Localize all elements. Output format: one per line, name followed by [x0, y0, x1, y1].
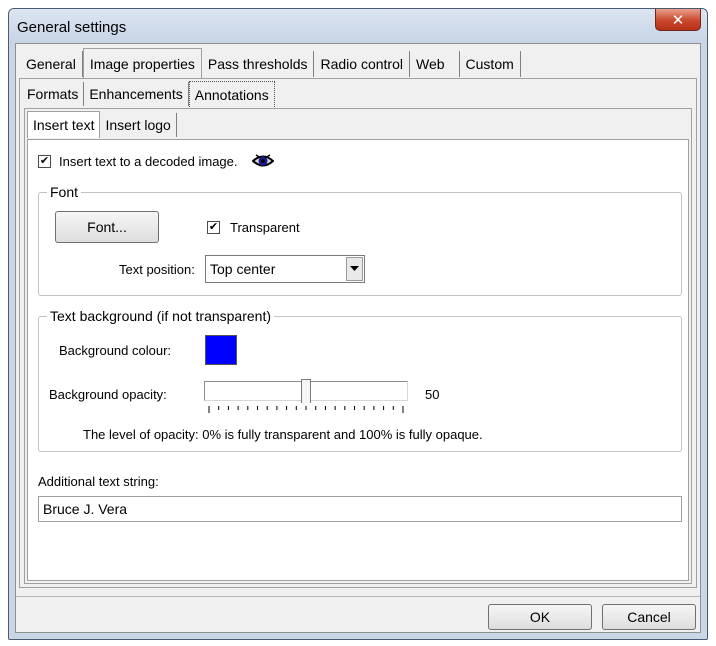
insert-text-checkbox[interactable]: ✔: [38, 154, 51, 168]
font-button[interactable]: Font...: [55, 211, 159, 243]
sub-tab-row: Formats Enhancements Annotations: [22, 81, 275, 107]
background-opacity-label: Background opacity:: [49, 387, 167, 402]
opacity-note: The level of opacity: 0% is fully transp…: [83, 427, 483, 442]
settings-window: General settings ✕ General Image propert…: [8, 8, 708, 640]
background-colour-label: Background colour:: [59, 343, 172, 358]
tab-formats[interactable]: Formats: [22, 82, 85, 106]
check-mark-icon: ✔: [208, 221, 219, 233]
window-title: General settings: [17, 19, 127, 36]
font-group-legend: Font: [47, 184, 82, 200]
additional-text-label: Additional text string:: [38, 474, 159, 489]
transparent-checkbox[interactable]: ✔: [207, 221, 220, 234]
bottom-separator: [16, 596, 700, 597]
annotations-panel: Insert text Insert logo ✔ Insert text to…: [24, 108, 692, 584]
close-icon: ✕: [671, 11, 685, 29]
opacity-slider[interactable]: [204, 379, 408, 403]
tab-annotations[interactable]: Annotations: [188, 81, 275, 107]
inner-tab-row: Insert text Insert logo: [27, 111, 177, 138]
text-position-value: Top center: [210, 261, 276, 277]
insert-text-row: ✔ Insert text to a decoded image.: [38, 152, 274, 170]
dropdown-arrow-icon[interactable]: [346, 257, 363, 281]
close-button[interactable]: ✕: [655, 9, 701, 31]
transparent-row: ✔ Transparent: [207, 220, 300, 235]
transparent-label: Transparent: [230, 220, 300, 235]
text-position-label: Text position:: [119, 262, 195, 277]
ok-button[interactable]: OK: [488, 604, 592, 630]
tab-radio-control[interactable]: Radio control: [314, 51, 410, 77]
additional-text-input[interactable]: Bruce J. Vera: [38, 496, 682, 522]
text-position-select[interactable]: Top center: [205, 255, 365, 283]
tab-insert-text[interactable]: Insert text: [27, 111, 101, 138]
tab-web[interactable]: Web: [410, 51, 460, 77]
tab-general[interactable]: General: [20, 51, 83, 77]
tab-image-properties[interactable]: Image properties: [82, 48, 202, 78]
tab-custom[interactable]: Custom: [460, 51, 521, 77]
text-background-groupbox: Text background (if not transparent) Bac…: [38, 308, 682, 452]
slider-thumb[interactable]: [301, 379, 311, 403]
font-groupbox: Font Font... ✔ Transparent Text position…: [38, 184, 682, 296]
opacity-value: 50: [425, 387, 440, 402]
title-bar[interactable]: General settings ✕: [9, 9, 707, 43]
tab-enhancements[interactable]: Enhancements: [84, 82, 189, 106]
slider-ticks: [208, 406, 404, 413]
check-mark-icon: ✔: [39, 154, 50, 167]
insert-text-panel: ✔ Insert text to a decoded image. Font F…: [27, 139, 689, 581]
eye-icon: [251, 154, 274, 167]
tab-insert-logo[interactable]: Insert logo: [100, 113, 177, 137]
tab-pass-thresholds[interactable]: Pass thresholds: [202, 51, 315, 77]
dialog-client-area: General Image properties Pass thresholds…: [15, 43, 701, 633]
image-properties-panel: Formats Enhancements Annotations Insert …: [19, 78, 697, 588]
main-tab-row: General Image properties Pass thresholds…: [20, 48, 521, 78]
text-background-legend: Text background (if not transparent): [47, 308, 275, 324]
background-colour-swatch[interactable]: [205, 335, 237, 365]
insert-text-label: Insert text to a decoded image.: [59, 153, 238, 169]
cancel-button[interactable]: Cancel: [602, 604, 696, 630]
